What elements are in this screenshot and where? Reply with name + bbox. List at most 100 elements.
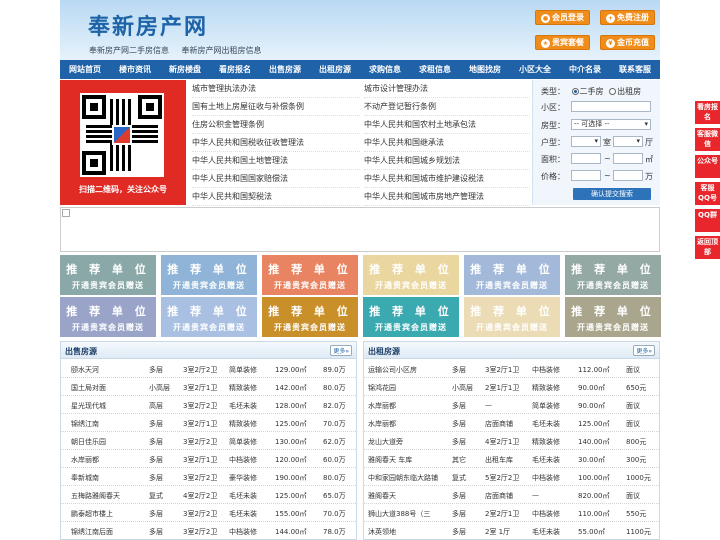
listing-name[interactable]: 朝日佳乐园 <box>71 437 149 447</box>
recommended-unit-tile[interactable]: 推 荐 单 位开通贵宾会员赠送 <box>363 255 459 295</box>
sale-more-link[interactable]: 更多» <box>330 345 352 356</box>
listing-row[interactable]: 锦鸿花园 小高层 2室1厅1卫 精致装修 90.00㎡ 650元 <box>364 378 659 396</box>
listing-name[interactable]: 水岸丽都 <box>368 419 450 429</box>
listing-row[interactable]: 水岸丽都 多层 店面商铺 毛坯未装 125.00㎡ 面议 <box>364 414 659 432</box>
recommended-unit-tile[interactable]: 推 荐 单 位开通贵宾会员赠送 <box>262 255 358 295</box>
listing-row[interactable]: 运输公司小区房 多层 3室2厅1卫 中档装修 112.00㎡ 面议 <box>364 360 659 378</box>
nav-item-want-rent[interactable]: 求租信息 <box>419 64 451 75</box>
listing-name[interactable]: 五梅路雅阁春天 <box>71 491 149 501</box>
recommended-unit-tile[interactable]: 推 荐 单 位开通贵宾会员赠送 <box>60 255 156 295</box>
recommended-unit-tile[interactable]: 推 荐 单 位开通贵宾会员赠送 <box>60 297 156 337</box>
rooms-select[interactable]: ▾ <box>571 136 601 147</box>
listing-name[interactable]: 星光现代城 <box>71 401 149 411</box>
sidebar-viewing-signup[interactable]: 看房报名 <box>695 101 720 124</box>
login-button[interactable]: ● 会员登录 <box>535 10 590 25</box>
halls-select[interactable]: ▾ <box>613 136 643 147</box>
listing-name[interactable]: 锦绣江南后面 <box>71 527 149 537</box>
listing-row[interactable]: 锦绣江南后面 多层 3室2厅2卫 中档装修 144.00㎡ 78.0万 <box>61 522 356 539</box>
area-max-input[interactable] <box>613 153 643 164</box>
sidebar-service-wechat[interactable]: 客服微信 <box>695 128 720 151</box>
law-link[interactable]: 中华人民共和国国家赔偿法 <box>192 170 360 188</box>
law-link[interactable]: 中华人民共和国税收征收管理法 <box>192 134 360 152</box>
recommended-unit-tile[interactable]: 推 荐 单 位开通贵宾会员赠送 <box>565 255 661 295</box>
law-link[interactable]: 中华人民共和国城乡规划法 <box>364 152 530 170</box>
listing-row[interactable]: 雅阁春天 车库 其它 出租车库 毛坯未装 30.00㎡ 300元 <box>364 450 659 468</box>
law-link[interactable]: 国有土地上房屋征收与补偿条例 <box>192 98 360 116</box>
sidebar-service-qq[interactable]: 客服QQ号 <box>695 182 720 205</box>
nav-item-new-homes[interactable]: 新房楼盘 <box>169 64 201 75</box>
search-submit-button[interactable]: 确认提交搜索 <box>573 188 651 200</box>
listing-name[interactable]: 奉新城南 <box>71 473 149 483</box>
law-link[interactable]: 中华人民共和国土地管理法 <box>192 152 360 170</box>
listing-row[interactable]: 鹏泰超市楼上 多层 3室2厅2卫 毛坯未装 155.00㎡ 70.0万 <box>61 504 356 522</box>
nav-item-news[interactable]: 楼市资讯 <box>119 64 151 75</box>
nav-item-agents[interactable]: 中介名录 <box>569 64 601 75</box>
listing-row[interactable]: 锦绣江南 多层 3室2厅1卫 精致装修 125.00㎡ 70.0万 <box>61 414 356 432</box>
nav-item-rent[interactable]: 出租房源 <box>319 64 351 75</box>
nav-item-contact[interactable]: 联系客服 <box>619 64 651 75</box>
nav-item-communities[interactable]: 小区大全 <box>519 64 551 75</box>
law-link[interactable]: 中华人民共和国契税法 <box>192 188 360 206</box>
listing-name[interactable]: 龙山大道旁 <box>368 437 450 447</box>
sidebar-official-account[interactable]: 公众号 <box>695 155 720 178</box>
listing-name[interactable]: 水岸丽都 <box>368 401 450 411</box>
listing-name[interactable]: 锦绣江南 <box>71 419 149 429</box>
law-link[interactable]: 城市管理执法办法 <box>192 80 360 98</box>
recommended-unit-tile[interactable]: 推 荐 单 位开通贵宾会员赠送 <box>161 297 257 337</box>
nav-item-map[interactable]: 地图找房 <box>469 64 501 75</box>
listing-name[interactable]: 中和家园朝东临大路铺 <box>368 473 450 483</box>
listing-name[interactable]: 水岸丽都 <box>71 455 149 465</box>
community-input[interactable] <box>571 101 651 112</box>
listing-name[interactable]: 雅阁春天 车库 <box>368 455 450 465</box>
listing-row[interactable]: 朝日佳乐园 多层 3室2厅2卫 简单装修 130.00㎡ 62.0万 <box>61 432 356 450</box>
listing-row[interactable]: 颐水天河 多层 3室2厅2卫 简单装修 129.00㎡ 89.0万 <box>61 360 356 378</box>
listing-row[interactable]: 五梅路雅阁春天 复式 4室2厅2卫 毛坯未装 125.00㎡ 65.0万 <box>61 486 356 504</box>
recommended-unit-tile[interactable]: 推 荐 单 位开通贵宾会员赠送 <box>262 297 358 337</box>
listing-row[interactable]: 奉新城南 多层 3室2厅2卫 豪华装修 190.00㎡ 80.0万 <box>61 468 356 486</box>
listing-row[interactable]: 狮山大道388号（三 多层 2室2厅1卫 中档装修 110.00㎡ 550元 <box>364 504 659 522</box>
register-button[interactable]: + 免费注册 <box>600 10 655 25</box>
listing-name[interactable]: 运输公司小区房 <box>368 365 450 375</box>
sidebar-qq-group[interactable]: QQ群 <box>695 209 720 232</box>
vip-button[interactable]: ★ 贵宾套餐 <box>535 35 590 50</box>
recommended-unit-tile[interactable]: 推 荐 单 位开通贵宾会员赠送 <box>565 297 661 337</box>
nav-item-sale[interactable]: 出售房源 <box>269 64 301 75</box>
listing-name[interactable]: 雅阁春天 <box>368 491 450 501</box>
nav-item-home[interactable]: 网站首页 <box>69 64 101 75</box>
listing-name[interactable]: 鹏泰超市楼上 <box>71 509 149 519</box>
law-link[interactable]: 中华人民共和国继承法 <box>364 134 530 152</box>
area-min-input[interactable] <box>571 153 601 164</box>
listing-name[interactable]: 沐英领地 <box>368 527 450 537</box>
price-min-input[interactable] <box>571 170 601 181</box>
law-link[interactable]: 住房公积金管理条例 <box>192 116 360 134</box>
nav-item-want-buy[interactable]: 求购信息 <box>369 64 401 75</box>
listing-row[interactable]: 水岸丽都 多层 — 简单装修 90.00㎡ 面议 <box>364 396 659 414</box>
listing-row[interactable]: 龙山大道旁 多层 4室2厅1卫 精致装修 140.00㎡ 800元 <box>364 432 659 450</box>
price-max-input[interactable] <box>613 170 643 181</box>
recommended-unit-tile[interactable]: 推 荐 单 位开通贵宾会员赠送 <box>464 297 560 337</box>
room-type-select[interactable]: -- 可选择 -- ▾ <box>571 119 651 130</box>
listing-name[interactable]: 国土局对面 <box>71 383 149 393</box>
listing-name[interactable]: 锦鸿花园 <box>368 383 450 393</box>
law-link[interactable]: 中华人民共和国城市房地产管理法 <box>364 188 530 206</box>
ad-banner[interactable] <box>60 207 660 252</box>
listing-name[interactable]: 狮山大道388号（三 <box>368 509 450 519</box>
radio-rent[interactable]: 出租房 <box>609 87 641 96</box>
site-logo[interactable]: 奉新房产网 <box>88 9 208 41</box>
recommended-unit-tile[interactable]: 推 荐 单 位开通贵宾会员赠送 <box>464 255 560 295</box>
recharge-button[interactable]: ¥ 金币充值 <box>600 35 655 50</box>
sublink-sale[interactable]: 奉新房产网二手房信息 <box>89 46 169 55</box>
listing-row[interactable]: 星光现代城 高层 3室2厅2卫 毛坯未装 128.00㎡ 82.0万 <box>61 396 356 414</box>
law-link[interactable]: 城市设计管理办法 <box>364 80 530 98</box>
listing-name[interactable]: 颐水天河 <box>71 365 149 375</box>
recommended-unit-tile[interactable]: 推 荐 单 位开通贵宾会员赠送 <box>363 297 459 337</box>
listing-row[interactable]: 雅阁春天 多层 店面商铺 — 820.00㎡ 面议 <box>364 486 659 504</box>
nav-item-viewing[interactable]: 看房报名 <box>219 64 251 75</box>
radio-sale[interactable]: 二手房 <box>571 87 604 96</box>
listing-row[interactable]: 中和家园朝东临大路铺 复式 5室2厅2卫 中档装修 100.00㎡ 1000元 <box>364 468 659 486</box>
law-link[interactable]: 不动产登记暂行条例 <box>364 98 530 116</box>
listing-row[interactable]: 沐英领地 多层 2室 1厅 毛坯未装 55.00㎡ 1100元 <box>364 522 659 539</box>
listing-row[interactable]: 国土局对面 小高层 3室2厅1卫 精致装修 142.00㎡ 80.0万 <box>61 378 356 396</box>
law-link[interactable]: 中华人民共和国城市维护建设税法 <box>364 170 530 188</box>
listing-row[interactable]: 水岸丽都 多层 3室2厅1卫 中档装修 120.00㎡ 60.0万 <box>61 450 356 468</box>
